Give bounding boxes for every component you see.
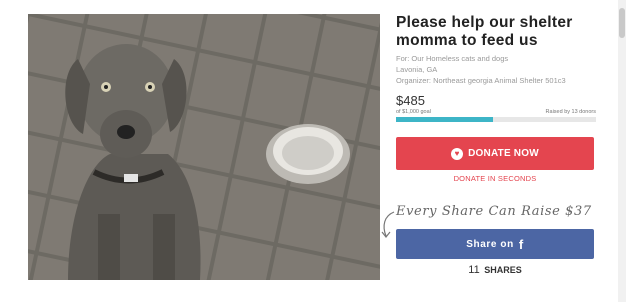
every-share-message: Every Share Can Raise $37 <box>396 204 592 219</box>
location-text: Lavonia, GA <box>396 65 438 74</box>
progress-fill <box>396 117 493 122</box>
campaign-details: Please help our shelter momma to feed us… <box>396 14 596 122</box>
donate-in-seconds-link[interactable]: DONATE IN SECONDS <box>396 174 594 183</box>
donors-text: Raised by 13 donors <box>545 109 596 115</box>
shares-count: 11 SHARES <box>396 264 594 276</box>
progress-bar <box>396 117 596 122</box>
shares-label: SHARES <box>484 265 522 275</box>
campaign-photo <box>28 14 380 280</box>
campaign-title-line-1: Please help our shelter <box>396 14 573 31</box>
heart-icon: ♥ <box>451 147 464 160</box>
donate-now-label: DONATE NOW <box>468 148 539 159</box>
scrollbar[interactable] <box>618 0 626 302</box>
donate-now-button[interactable]: ♥ DONATE NOW <box>396 137 594 170</box>
amount-raised: $485 <box>396 93 425 108</box>
goal-text: of $1,000 goal <box>396 109 431 115</box>
organizer-text: Organizer: Northeast georgia Animal Shel… <box>396 76 566 85</box>
curved-arrow-icon <box>381 211 395 238</box>
goal-row: of $1,000 goal Raised by 13 donors <box>396 109 596 115</box>
share-label: Share on <box>466 238 514 250</box>
campaign-title: Please help our shelter momma to feed us <box>396 14 596 50</box>
beneficiary-text: For: Our Homeless cats and dogs <box>396 54 509 63</box>
campaign-title-line-2: momma to feed us <box>396 32 538 49</box>
share-on-facebook-button[interactable]: Share on f <box>396 229 594 259</box>
shares-number: 11 <box>468 264 480 276</box>
scrollbar-thumb[interactable] <box>619 8 625 38</box>
facebook-icon: f <box>518 236 524 252</box>
dog-photo-illustration <box>28 14 380 280</box>
